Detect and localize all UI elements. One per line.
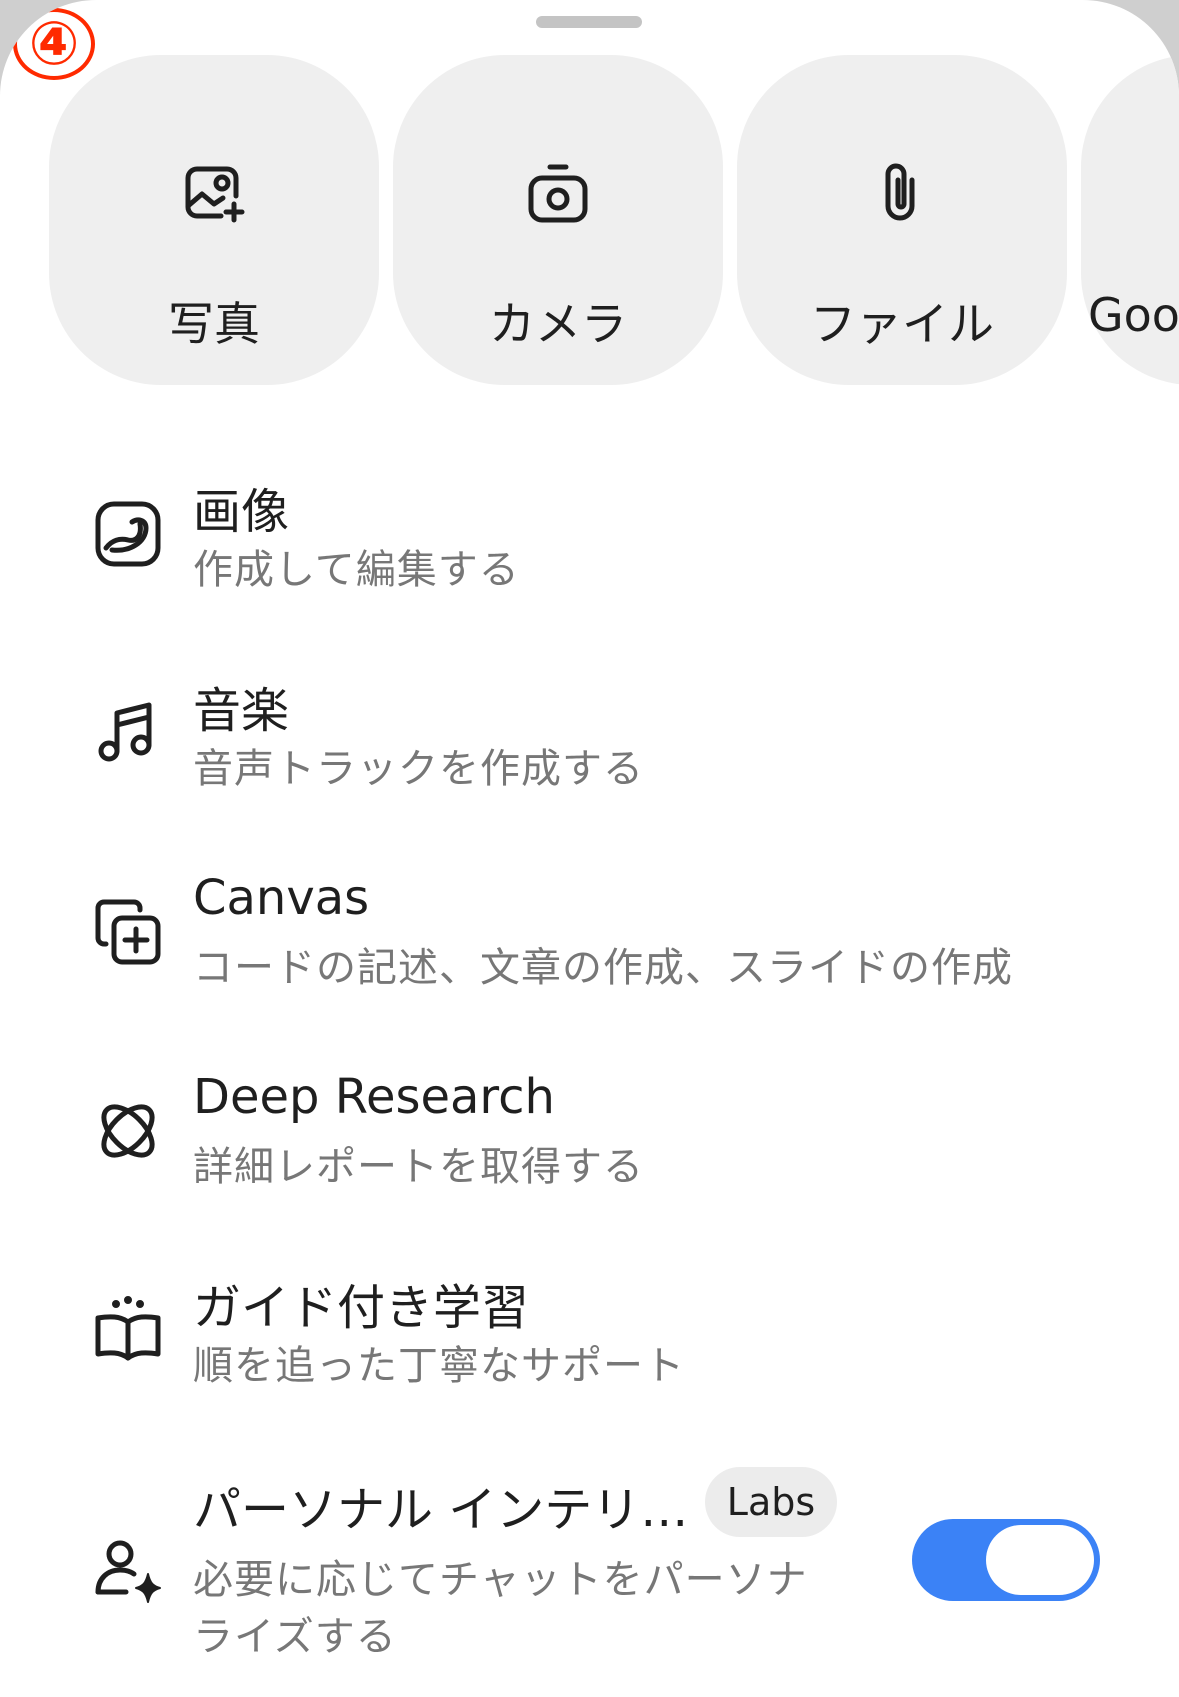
step-marker: ④ <box>13 8 95 80</box>
google-tile[interactable]: Goo <box>1081 55 1179 385</box>
camera-tile-label: カメラ <box>489 297 627 351</box>
photo-add-icon <box>179 158 249 228</box>
file-tile[interactable]: ファイル <box>737 55 1067 385</box>
tool-subtitle-line-2: ライズする <box>193 1614 397 1660</box>
camera-tile[interactable]: カメラ <box>393 55 723 385</box>
photo-tile[interactable]: 写真 <box>49 55 379 385</box>
tool-title: 音楽 <box>193 683 290 739</box>
personal-intelligence-toggle[interactable] <box>912 1519 1100 1601</box>
tool-title: パーソナル インテリ… <box>193 1482 689 1538</box>
photo-tile-label: 写真 <box>168 297 260 351</box>
bottom-sheet: ④ 写真 カメラ ファイル Goo 画像 作成して編集する 音楽 音声トラックを… <box>0 0 1179 1697</box>
tool-subtitle: 作成して編集する <box>193 547 520 593</box>
toggle-knob <box>986 1525 1094 1595</box>
file-tile-label: ファイル <box>810 297 994 351</box>
tool-subtitle: 詳細レポートを取得する <box>193 1144 644 1190</box>
labs-badge: Labs <box>705 1467 837 1537</box>
canvas-add-icon <box>92 896 164 968</box>
tool-title: Canvas <box>193 870 370 926</box>
deep-research-icon <box>92 1095 164 1167</box>
open-book-icon <box>92 1294 164 1366</box>
camera-icon <box>523 158 593 228</box>
drag-handle[interactable] <box>536 16 642 28</box>
image-create-icon <box>92 498 164 570</box>
tool-subtitle: コードの記述、文章の作成、スライドの作成 <box>193 945 1013 991</box>
tool-title: 画像 <box>193 484 290 540</box>
person-sparkle-icon <box>92 1536 164 1608</box>
music-note-icon <box>92 695 164 767</box>
tool-subtitle: 順を追った丁寧なサポート <box>193 1343 685 1389</box>
tool-subtitle: 音声トラックを作成する <box>193 746 644 792</box>
tool-subtitle-line-1: 必要に応じてチャットをパーソナ <box>193 1557 808 1603</box>
google-tile-label: Goo <box>1088 288 1179 342</box>
paperclip-icon <box>867 158 937 228</box>
tool-title: ガイド付き学習 <box>193 1280 530 1336</box>
tool-title: Deep Research <box>193 1069 555 1125</box>
